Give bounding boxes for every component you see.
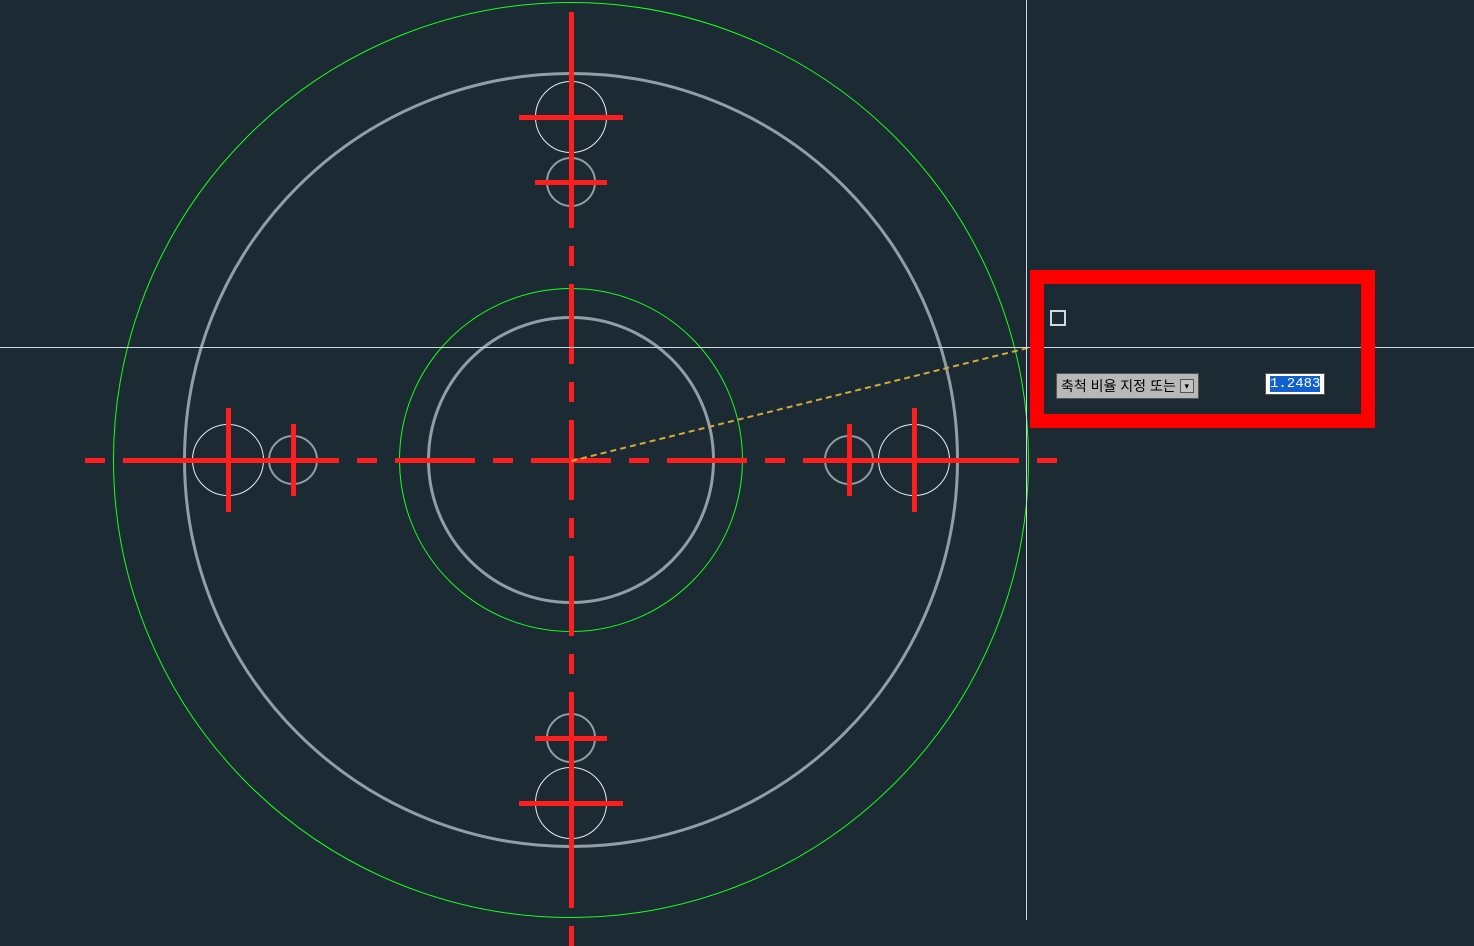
center-line-dash bbox=[357, 458, 377, 463]
cad-canvas[interactable]: 축척 비율 지정 또는 ▾ 1.2483 bbox=[0, 0, 1474, 920]
center-line-dash bbox=[85, 458, 105, 463]
center-line-dash bbox=[569, 518, 574, 538]
center-line-dash bbox=[569, 654, 574, 674]
center-line-dash bbox=[291, 424, 296, 496]
center-line-dash bbox=[569, 702, 574, 774]
center-line-dash bbox=[629, 458, 649, 463]
dropdown-icon[interactable]: ▾ bbox=[1180, 379, 1194, 393]
center-line-dash bbox=[395, 458, 475, 463]
center-line-dash bbox=[847, 424, 852, 496]
center-line-dash bbox=[765, 458, 785, 463]
scale-value-input[interactable]: 1.2483 bbox=[1265, 373, 1325, 395]
center-line-dash bbox=[1037, 458, 1057, 463]
cursor-crosshair-vertical bbox=[1026, 0, 1027, 920]
center-line-dash bbox=[569, 146, 574, 218]
center-line-dash bbox=[569, 926, 574, 946]
center-line-dash bbox=[569, 556, 574, 636]
center-line-dash bbox=[226, 408, 231, 512]
scale-prompt[interactable]: 축척 비율 지정 또는 ▾ bbox=[1056, 373, 1199, 399]
center-line-dash bbox=[493, 458, 513, 463]
center-line-dash bbox=[667, 458, 747, 463]
scale-value-text: 1.2483 bbox=[1270, 376, 1320, 392]
center-line-dash bbox=[569, 246, 574, 266]
center-line-dash bbox=[569, 284, 574, 364]
scale-prompt-label: 축척 비율 지정 또는 bbox=[1061, 376, 1176, 396]
center-line-dash bbox=[569, 382, 574, 402]
highlight-callout bbox=[1030, 270, 1375, 428]
center-line-dash bbox=[912, 408, 917, 512]
